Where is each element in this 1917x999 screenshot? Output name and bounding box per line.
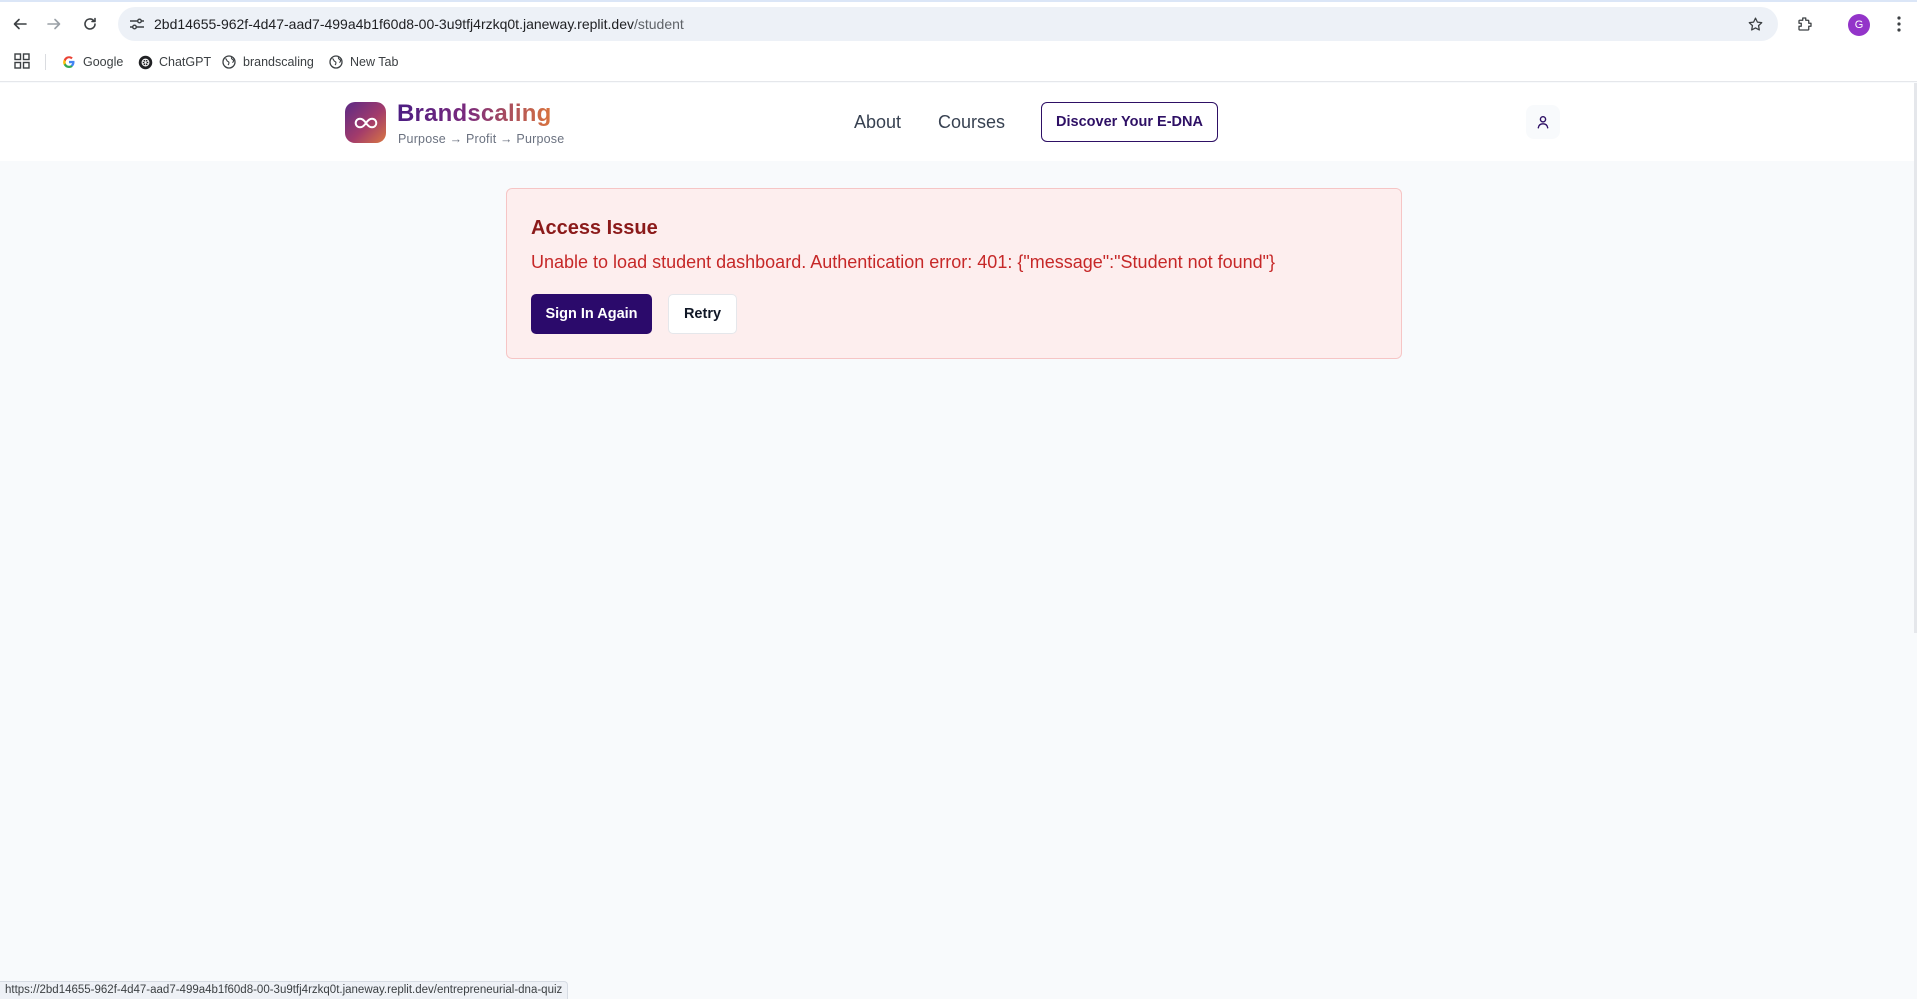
error-message: Unable to load student dashboard. Authen… <box>531 252 1276 272</box>
brand-logo[interactable] <box>345 102 386 143</box>
forward-button[interactable] <box>42 12 66 36</box>
infinity-icon <box>354 117 377 128</box>
bookmark-star-icon[interactable] <box>1744 13 1766 35</box>
url-text[interactable]: 2bd14655-962f-4d47-aad7-499a4b1f60d8-00-… <box>154 7 684 41</box>
browser-menu-icon[interactable] <box>1892 12 1906 36</box>
bookmark-label: Google <box>83 55 124 69</box>
bookmarks-bar: Google ChatGPT brandscaling New Tab <box>0 48 1917 76</box>
extensions-icon[interactable] <box>1793 12 1817 36</box>
profile-avatar[interactable]: G <box>1848 14 1870 36</box>
access-error-alert: Access Issue Unable to load student dash… <box>506 188 1402 359</box>
url-path: /student <box>633 16 684 32</box>
user-icon <box>1537 116 1549 129</box>
site-info-icon[interactable] <box>128 15 146 33</box>
brand-tagline: Purpose → Profit → Purpose <box>398 132 565 146</box>
apps-grid-icon[interactable] <box>14 53 30 69</box>
discover-edna-button[interactable]: Discover Your E-DNA <box>1041 102 1218 142</box>
globe-icon <box>221 54 237 70</box>
back-button[interactable] <box>8 12 32 36</box>
arrow-right-icon <box>47 18 61 30</box>
bookmark-google[interactable]: Google <box>61 48 123 76</box>
nav-about-link[interactable]: About <box>854 112 901 133</box>
reload-icon <box>84 17 96 30</box>
bookmark-new-tab[interactable]: New Tab <box>328 48 398 76</box>
bookmark-label: ChatGPT <box>159 55 212 69</box>
bookmark-label: brandscaling <box>243 55 314 69</box>
google-icon <box>61 54 77 70</box>
status-bar-url: https://2bd14655-962f-4d47-aad7-499a4b1f… <box>0 981 569 999</box>
browser-toolbar: 2bd14655-962f-4d47-aad7-499a4b1f60d8-00-… <box>0 0 1917 82</box>
bookmark-chatgpt[interactable]: ChatGPT <box>137 48 211 76</box>
user-account-button[interactable] <box>1526 105 1560 139</box>
globe-icon <box>328 54 344 70</box>
error-title: Access Issue <box>531 217 658 239</box>
brand-name[interactable]: Brandscaling <box>397 100 551 128</box>
arrow-left-icon <box>13 18 27 30</box>
address-bar[interactable]: 2bd14655-962f-4d47-aad7-499a4b1f60d8-00-… <box>118 7 1778 41</box>
tab-strip-edge <box>0 0 1917 2</box>
nav-courses-link[interactable]: Courses <box>938 112 1005 133</box>
bookmark-brandscaling[interactable]: brandscaling <box>221 48 314 76</box>
sign-in-again-button[interactable]: Sign In Again <box>531 294 652 334</box>
bookmarks-divider <box>45 54 46 70</box>
url-host: 2bd14655-962f-4d47-aad7-499a4b1f60d8-00-… <box>154 16 634 32</box>
retry-button[interactable]: Retry <box>668 294 737 334</box>
reload-button[interactable] <box>78 12 102 36</box>
chatgpt-icon <box>137 54 153 70</box>
site-header: Brandscaling Purpose → Profit → Purpose … <box>0 83 1914 161</box>
bookmark-label: New Tab <box>350 55 399 69</box>
